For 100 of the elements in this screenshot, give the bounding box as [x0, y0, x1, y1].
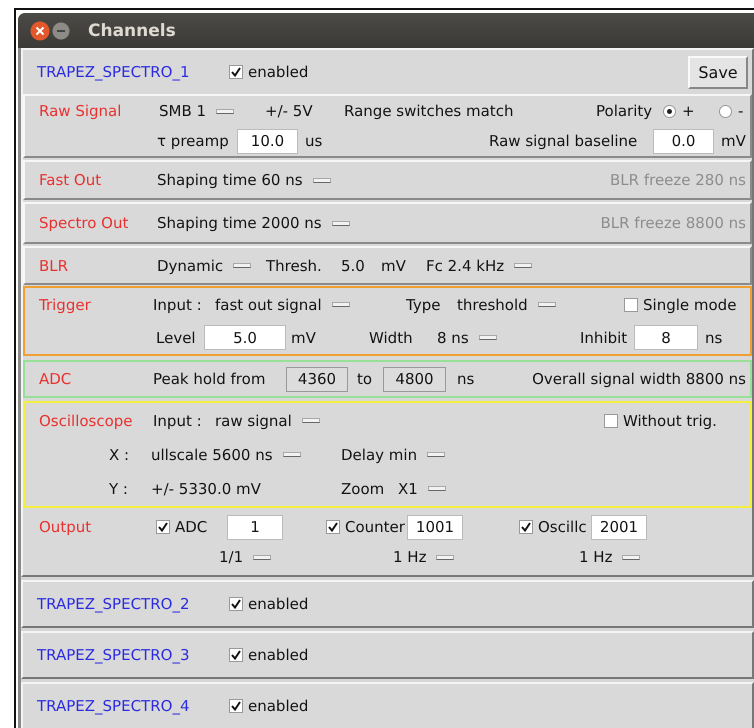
label: mV — [721, 132, 746, 150]
checkbox[interactable] — [229, 699, 243, 713]
section-label: Fast Out — [39, 171, 102, 189]
menu-indicator-icon — [233, 263, 252, 268]
option-menu[interactable]: Dynamic — [157, 256, 252, 274]
radio-button[interactable] — [663, 104, 676, 118]
menu-indicator-icon — [436, 554, 454, 560]
menu-indicator-icon — [332, 302, 350, 307]
channel-name: TRAPEZ_SPECTRO_4 — [37, 697, 190, 715]
input-field[interactable]: 8 — [634, 325, 698, 350]
option-menu[interactable]: fast out signal — [215, 296, 350, 314]
option-menu[interactable]: 1 Hz — [579, 548, 640, 566]
checkbox[interactable] — [326, 520, 340, 534]
checkbox-label[interactable]: Oscillc — [538, 518, 587, 536]
channel-name: TRAPEZ_SPECTRO_1 — [37, 63, 190, 81]
label: Level — [156, 328, 196, 346]
option-menu[interactable]: Shaping time 2000 ns — [157, 214, 350, 232]
input-field[interactable]: 2001 — [591, 514, 647, 540]
checkbox-label[interactable]: Without trig. — [623, 412, 717, 430]
input-field[interactable]: 4800 — [383, 366, 446, 392]
option-menu[interactable]: Delay min — [341, 446, 446, 464]
option-menu[interactable]: Fc 2.4 kHz — [426, 256, 532, 274]
channel-name: TRAPEZ_SPECTRO_2 — [37, 595, 190, 613]
save-button[interactable]: Save — [688, 56, 748, 88]
close-icon[interactable] — [30, 20, 50, 40]
radio-label[interactable]: - — [738, 102, 744, 120]
checkbox[interactable] — [229, 648, 243, 662]
section-label: Trigger — [39, 296, 91, 314]
section-label: ADC — [39, 370, 72, 388]
label: Type — [406, 296, 440, 314]
label: X : — [109, 446, 130, 464]
option-menu[interactable]: 8 ns — [437, 328, 497, 346]
window-title: Channels — [88, 20, 176, 40]
input-field[interactable]: 10.0 — [237, 128, 298, 154]
label: ns — [457, 370, 474, 388]
checkbox-label[interactable]: Counter — [345, 518, 405, 536]
input-field[interactable]: 5.0 — [204, 325, 286, 350]
menu-indicator-icon — [427, 452, 446, 457]
checkbox-label[interactable]: enabled — [248, 595, 308, 613]
label: to — [357, 370, 372, 388]
option-menu[interactable]: 1 Hz — [393, 548, 454, 566]
option-menu[interactable]: ullscale 5600 ns — [151, 446, 301, 464]
checkbox-label[interactable]: ADC — [175, 518, 208, 536]
label: Range switches match — [344, 102, 514, 120]
option-menu[interactable]: X1 — [398, 480, 446, 498]
checkbox[interactable] — [156, 520, 170, 534]
checkbox-label[interactable]: Single mode — [643, 296, 736, 314]
menu-indicator-icon — [312, 178, 331, 182]
label: 5.0 — [341, 256, 365, 274]
option-menu[interactable]: threshold — [457, 296, 556, 314]
checkbox[interactable] — [519, 520, 533, 534]
menu-indicator-icon — [332, 220, 350, 226]
option-menu[interactable]: Shaping time 60 ns — [157, 171, 331, 189]
checkbox-label[interactable]: enabled — [248, 63, 308, 81]
section-label: Oscilloscope — [39, 412, 133, 430]
label: mV — [291, 328, 316, 346]
status-text: BLR freeze 280 ns — [610, 171, 746, 189]
checkbox[interactable] — [604, 414, 618, 428]
option-menu[interactable]: SMB 1 — [159, 102, 234, 120]
input-field[interactable]: 1 — [227, 514, 283, 540]
menu-indicator-icon — [478, 335, 497, 340]
label: τ preamp — [157, 132, 229, 150]
label: Zoom — [341, 480, 384, 498]
menu-indicator-icon — [538, 302, 556, 307]
label: Inhibit — [580, 328, 628, 346]
menu-indicator-icon — [514, 263, 532, 268]
label: Overall signal width 8800 ns — [532, 370, 746, 388]
input-field[interactable]: 0.0 — [653, 128, 714, 154]
checkbox[interactable] — [229, 65, 243, 79]
option-menu[interactable]: raw signal — [215, 412, 320, 430]
label: Y : — [109, 480, 128, 498]
label: ns — [705, 328, 722, 346]
status-text: BLR freeze 8800 ns — [600, 214, 746, 232]
label: Polarity — [596, 102, 652, 120]
label: Width — [369, 328, 413, 346]
label: +/- 5V — [265, 102, 313, 120]
option-menu[interactable]: 1/1 — [219, 548, 272, 566]
menu-indicator-icon — [282, 452, 301, 457]
channel-name: TRAPEZ_SPECTRO_3 — [37, 646, 190, 664]
menu-indicator-icon — [428, 486, 446, 491]
checkbox-label[interactable]: enabled — [248, 646, 308, 664]
label: Input : — [153, 412, 202, 430]
radio-button[interactable] — [719, 104, 732, 118]
label: Raw signal baseline — [489, 132, 638, 150]
menu-indicator-icon — [253, 554, 272, 560]
checkbox[interactable] — [229, 597, 243, 611]
checkbox[interactable] — [624, 298, 638, 312]
section-label: Output — [39, 518, 92, 536]
checkbox-label[interactable]: enabled — [248, 697, 308, 715]
label: us — [305, 132, 322, 150]
input-field[interactable]: 4360 — [286, 366, 348, 392]
input-field[interactable]: 1001 — [407, 514, 463, 540]
radio-label[interactable]: + — [682, 102, 695, 120]
label: +/- 5330.0 mV — [151, 480, 261, 498]
menu-indicator-icon — [216, 108, 234, 114]
section-label: BLR — [39, 256, 68, 274]
menu-indicator-icon — [622, 554, 640, 560]
label: Thresh. — [266, 256, 322, 274]
menu-indicator-icon — [302, 418, 320, 423]
section-label: Raw Signal — [39, 102, 122, 120]
